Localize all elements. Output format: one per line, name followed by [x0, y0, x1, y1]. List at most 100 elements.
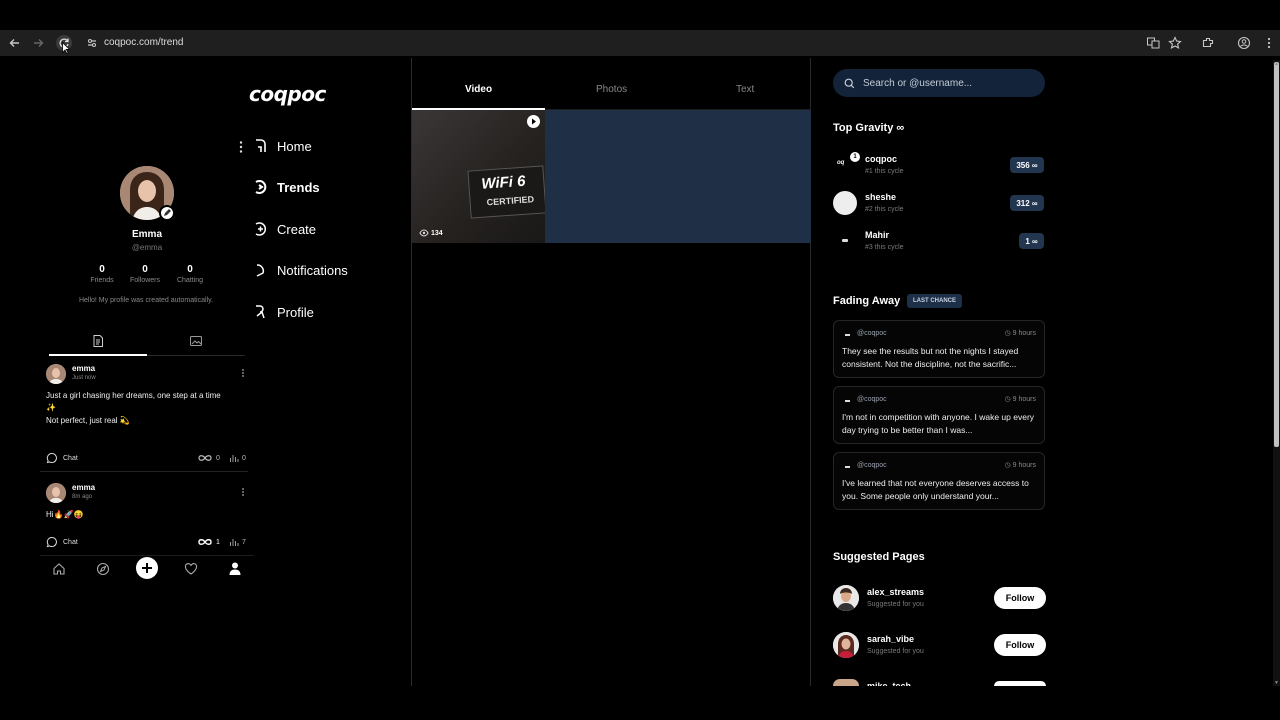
post-menu-icon[interactable]	[240, 487, 246, 497]
gravity-user-avatar[interactable]: oq 1	[835, 152, 860, 176]
view-value: 7	[242, 538, 246, 546]
suggested-name[interactable]: sarah_vibe	[867, 634, 914, 644]
scroll-down-arrow-icon[interactable]: ▼	[1274, 680, 1279, 686]
bar-chart-icon	[229, 537, 239, 547]
gravity-user-name[interactable]: Mahir	[865, 230, 889, 240]
fading-card-author[interactable]: @coqpoc	[857, 396, 887, 403]
bottom-profile-icon[interactable]	[228, 561, 242, 576]
stat-label: Friends	[90, 277, 114, 284]
bottom-explore-icon[interactable]	[96, 562, 110, 576]
gravity-user-name[interactable]: sheshe	[865, 192, 896, 202]
gravity-user-rank: #1 this cycle	[865, 168, 904, 175]
stat-value: 0	[142, 264, 148, 275]
fading-card[interactable]: @coqpoc ◷ 9 hours I'm not in competition…	[833, 386, 1045, 444]
view-count: 7	[229, 537, 246, 547]
video-views-value: 134	[431, 229, 443, 237]
suggested-avatar[interactable]	[833, 632, 859, 658]
stat-value: 0	[99, 264, 105, 275]
create-icon	[253, 221, 267, 237]
clock-icon: ◷	[1004, 462, 1013, 469]
follow-button[interactable]	[994, 681, 1046, 686]
chat-button[interactable]: Chat	[46, 452, 78, 464]
nav-profile[interactable]: Profile	[253, 300, 314, 324]
stat-chatting[interactable]: 0 Chatting	[170, 264, 210, 284]
gravity-user-avatar[interactable]	[833, 191, 857, 215]
tab-photos[interactable]: Photos	[596, 84, 627, 95]
profile-handle: @emma	[131, 243, 163, 252]
nav-trends[interactable]: Trends	[253, 175, 320, 199]
tab-text[interactable]: Text	[736, 84, 754, 95]
browser-tab-strip	[0, 0, 1280, 30]
post-text-line: Hi🔥🚀😝	[46, 510, 84, 519]
edit-avatar-icon[interactable]	[159, 205, 175, 221]
tab-divider	[147, 355, 245, 356]
site-logo[interactable]: coqpoc	[249, 82, 326, 106]
back-arrow-icon[interactable]	[8, 36, 22, 50]
page-scrollbar-thumb[interactable]	[1274, 62, 1279, 447]
media-tab-icon[interactable]	[189, 334, 203, 348]
post-divider	[40, 471, 248, 472]
suggested-pages-title: Suggested Pages	[833, 551, 925, 563]
suggested-name[interactable]: mike_tech	[867, 680, 911, 686]
follow-button[interactable]: Follow	[994, 634, 1046, 656]
nav-home[interactable]: Home	[253, 134, 312, 158]
tab-video[interactable]: Video	[465, 84, 492, 95]
bottom-nav-divider	[40, 555, 254, 556]
gravity-user-rank: #2 this cycle	[865, 206, 904, 213]
address-bar-url[interactable]: coqpoc.com/trend	[104, 37, 184, 48]
post-text-line: Just a girl chasing her dreams, one step…	[46, 391, 221, 400]
clock-icon: ◷	[1004, 396, 1013, 403]
profile-icon	[253, 304, 267, 320]
bookmark-star-icon[interactable]	[1168, 36, 1182, 50]
gravity-user-name[interactable]: coqpoc	[865, 154, 897, 164]
gravity-count[interactable]: 0	[197, 453, 220, 463]
suggested-name[interactable]: alex_streams	[867, 587, 924, 597]
search-input[interactable]: Search or @username...	[833, 69, 1045, 97]
stat-label: Chatting	[176, 277, 204, 284]
follow-button[interactable]: Follow	[994, 587, 1046, 609]
gravity-user-avatar[interactable]	[842, 239, 848, 242]
top-gravity-title: Top Gravity ∞	[833, 122, 905, 134]
scroll-up-arrow-icon[interactable]: ▲	[1274, 61, 1279, 67]
view-value: 0	[242, 454, 246, 462]
account-icon[interactable]	[1237, 36, 1251, 50]
view-count: 0	[229, 453, 246, 463]
stat-friends[interactable]: 0 Friends	[82, 264, 122, 284]
fading-card-author[interactable]: @coqpoc	[857, 330, 887, 337]
more-vertical-icon[interactable]	[237, 140, 245, 154]
post-author-avatar[interactable]	[46, 364, 66, 384]
infinity-icon	[197, 453, 213, 463]
profile-bio: Hello! My profile was created automatica…	[78, 297, 214, 304]
browser-menu-icon[interactable]	[1262, 36, 1276, 50]
bottom-home-icon[interactable]	[52, 562, 66, 576]
post-author[interactable]: emma	[72, 364, 95, 373]
site-settings-icon[interactable]	[85, 36, 99, 50]
nav-create[interactable]: Create	[253, 217, 316, 241]
video-thumbnail[interactable]: WiFi 6 CERTIFIED 134	[412, 110, 547, 243]
notifications-icon	[253, 262, 267, 278]
posts-tab-icon[interactable]	[91, 334, 105, 348]
bottom-create-icon[interactable]	[136, 557, 158, 579]
fading-card[interactable]: @coqpoc ◷ 9 hours I've learned that not …	[833, 452, 1045, 510]
stat-followers[interactable]: 0 Followers	[125, 264, 165, 284]
gravity-count[interactable]: 1	[197, 537, 220, 547]
infinity-icon	[197, 537, 213, 547]
clock-icon: ◷	[1004, 330, 1013, 337]
translate-icon[interactable]	[1146, 36, 1160, 50]
post-author[interactable]: emma	[72, 483, 95, 492]
browser-toolbar: coqpoc.com/trend	[0, 30, 1280, 56]
extensions-icon[interactable]	[1201, 36, 1215, 50]
fading-card-author[interactable]: @coqpoc	[857, 462, 887, 469]
post-menu-icon[interactable]	[240, 368, 246, 378]
nav-notifications[interactable]: Notifications	[253, 258, 348, 282]
chat-button[interactable]: Chat	[46, 536, 78, 548]
post-author-avatar[interactable]	[46, 483, 66, 503]
suggested-avatar[interactable]	[833, 679, 859, 686]
suggested-avatar[interactable]	[833, 585, 859, 611]
nav-profile-label: Profile	[277, 304, 314, 320]
forward-arrow-icon[interactable]	[31, 36, 45, 50]
active-tab-indicator	[49, 354, 147, 356]
bottom-heart-icon[interactable]	[184, 562, 198, 576]
thumbnail-label-plate: WiFi 6 CERTIFIED	[467, 165, 547, 219]
fading-card[interactable]: @coqpoc ◷ 9 hours They see the results b…	[833, 320, 1045, 378]
